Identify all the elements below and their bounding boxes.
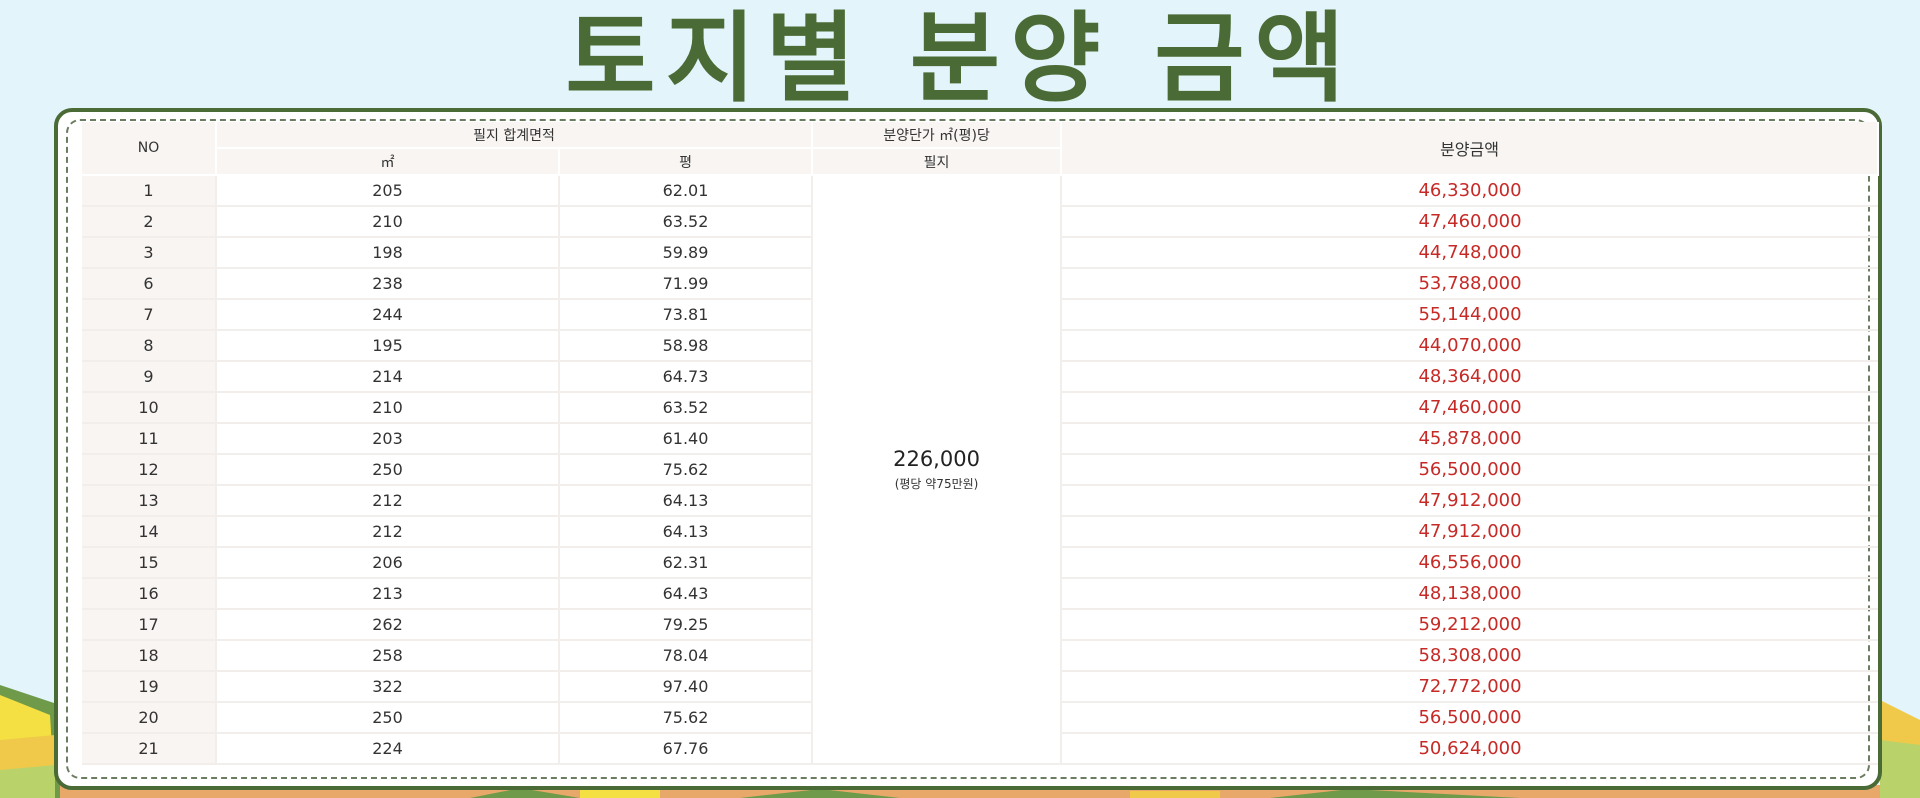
- row-no: 14: [82, 516, 217, 548]
- row-area-pyeong: 97.40: [559, 671, 814, 703]
- row-no: 2: [82, 206, 217, 238]
- row-area-m2: 244: [216, 299, 560, 331]
- row-area-pyeong: 61.40: [559, 423, 814, 455]
- row-amount: 53,788,000: [1061, 268, 1879, 300]
- row-amount: 44,070,000: [1061, 330, 1879, 362]
- row-amount: 46,330,000: [1061, 175, 1879, 207]
- row-no: 17: [82, 609, 217, 641]
- row-amount: 48,138,000: [1061, 578, 1879, 610]
- row-area-pyeong: 79.25: [559, 609, 814, 641]
- row-area-m2: 195: [216, 330, 560, 362]
- row-area-m2: 212: [216, 485, 560, 517]
- price-table-frame: NO 필지 합계면적 분양단가 ㎡(평)당 분양금액 ㎡ 평 필지 1 205 62…: [54, 108, 1882, 790]
- row-area-pyeong: 67.76: [559, 733, 814, 765]
- row-amount: 48,364,000: [1061, 361, 1879, 393]
- row-area-pyeong: 75.62: [559, 454, 814, 486]
- row-area-pyeong: 62.31: [559, 547, 814, 579]
- row-area-pyeong: 78.04: [559, 640, 814, 672]
- unit-price-value: 226,000: [893, 447, 980, 471]
- row-no: 8: [82, 330, 217, 362]
- row-amount: 46,556,000: [1061, 547, 1879, 579]
- row-area-m2: 250: [216, 454, 560, 486]
- row-area-m2: 210: [216, 392, 560, 424]
- row-no: 12: [82, 454, 217, 486]
- row-area-m2: 238: [216, 268, 560, 300]
- row-area-pyeong: 75.62: [559, 702, 814, 734]
- header-area-pyeong: 평: [559, 148, 814, 176]
- unit-price-note: (평당 약75만원): [894, 477, 979, 491]
- row-area-m2: 322: [216, 671, 560, 703]
- row-amount: 56,500,000: [1061, 702, 1879, 734]
- row-no: 15: [82, 547, 217, 579]
- row-no: 20: [82, 702, 217, 734]
- unit-price-cell: 226,000 (평당 약75만원): [812, 175, 1063, 765]
- page-title: 토지별 분양 금액: [565, 2, 1355, 116]
- row-amount: 45,878,000: [1061, 423, 1879, 455]
- row-area-m2: 198: [216, 237, 560, 269]
- header-no: NO: [82, 122, 217, 176]
- row-amount: 56,500,000: [1061, 454, 1879, 486]
- row-amount: 55,144,000: [1061, 299, 1879, 331]
- row-area-pyeong: 73.81: [559, 299, 814, 331]
- row-amount: 59,212,000: [1061, 609, 1879, 641]
- row-area-pyeong: 64.73: [559, 361, 814, 393]
- row-no: 16: [82, 578, 217, 610]
- row-area-m2: 206: [216, 547, 560, 579]
- row-no: 3: [82, 237, 217, 269]
- row-area-m2: 203: [216, 423, 560, 455]
- row-amount: 47,912,000: [1061, 485, 1879, 517]
- row-area-pyeong: 63.52: [559, 392, 814, 424]
- header-amount: 분양금액: [1061, 122, 1880, 176]
- row-no: 19: [82, 671, 217, 703]
- header-unit-price-sub: 필지: [812, 148, 1063, 176]
- price-table: NO 필지 합계면적 분양단가 ㎡(평)당 분양금액 ㎡ 평 필지 1 205 62…: [82, 122, 1880, 765]
- row-no: 1: [82, 175, 217, 207]
- row-area-m2: 250: [216, 702, 560, 734]
- row-area-m2: 213: [216, 578, 560, 610]
- header-area-m2: ㎡: [216, 148, 560, 176]
- row-area-pyeong: 64.13: [559, 485, 814, 517]
- row-no: 6: [82, 268, 217, 300]
- row-amount: 47,912,000: [1061, 516, 1879, 548]
- row-area-m2: 258: [216, 640, 560, 672]
- row-amount: 44,748,000: [1061, 237, 1879, 269]
- row-amount: 58,308,000: [1061, 640, 1879, 672]
- row-amount: 47,460,000: [1061, 392, 1879, 424]
- table-row: 1 205 62.01 226,000 (평당 약75만원) 46,330,000: [82, 175, 1879, 765]
- row-area-m2: 214: [216, 361, 560, 393]
- row-area-m2: 205: [216, 175, 560, 207]
- row-area-pyeong: 64.43: [559, 578, 814, 610]
- row-area-m2: 224: [216, 733, 560, 765]
- row-area-pyeong: 58.98: [559, 330, 814, 362]
- row-amount: 50,624,000: [1061, 733, 1879, 765]
- row-no: 7: [82, 299, 217, 331]
- row-area-pyeong: 59.89: [559, 237, 814, 269]
- row-area-pyeong: 62.01: [559, 175, 814, 207]
- row-area-pyeong: 71.99: [559, 268, 814, 300]
- row-no: 18: [82, 640, 217, 672]
- row-no: 13: [82, 485, 217, 517]
- header-area-group: 필지 합계면적: [216, 122, 814, 149]
- row-area-pyeong: 64.13: [559, 516, 814, 548]
- row-no: 11: [82, 423, 217, 455]
- row-no: 10: [82, 392, 217, 424]
- header-unit-price-group: 분양단가 ㎡(평)당: [812, 122, 1063, 149]
- row-area-m2: 212: [216, 516, 560, 548]
- row-area-pyeong: 63.52: [559, 206, 814, 238]
- row-no: 21: [82, 733, 217, 765]
- row-amount: 72,772,000: [1061, 671, 1879, 703]
- row-no: 9: [82, 361, 217, 393]
- row-area-m2: 262: [216, 609, 560, 641]
- row-area-m2: 210: [216, 206, 560, 238]
- row-amount: 47,460,000: [1061, 206, 1879, 238]
